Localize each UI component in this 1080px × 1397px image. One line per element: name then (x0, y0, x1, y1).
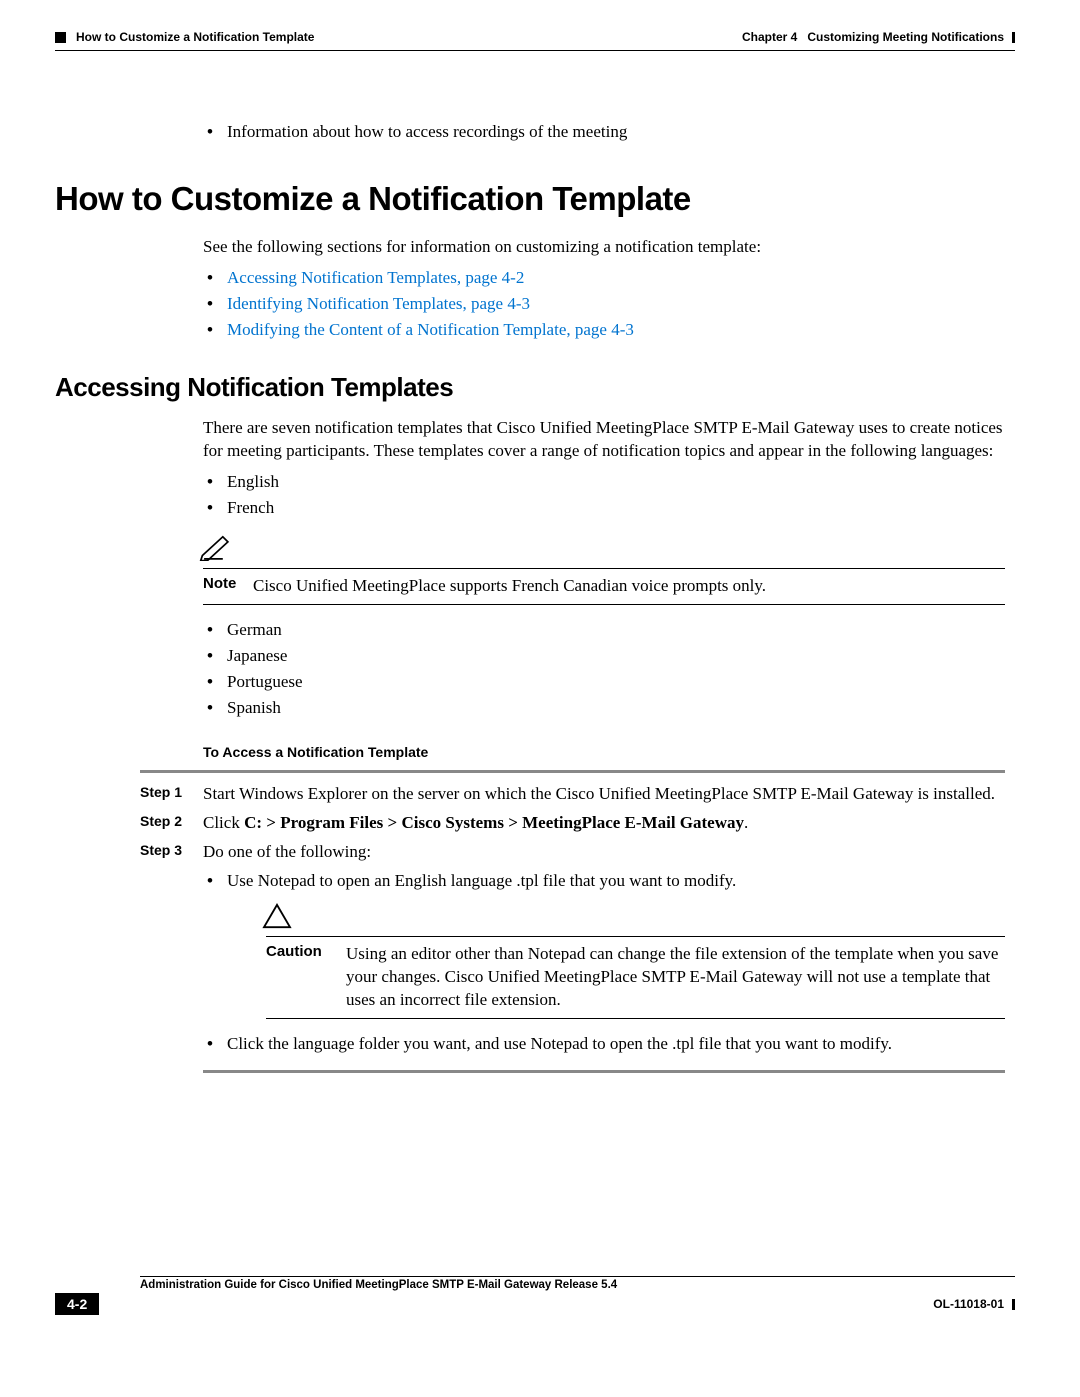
procedure-title: To Access a Notification Template (203, 744, 1005, 760)
step-label: Step 3 (140, 841, 203, 864)
language-item: Portuguese (203, 671, 1005, 694)
procedure-rule (140, 770, 1005, 773)
language-item: French (203, 497, 1005, 520)
language-item: English (203, 471, 1005, 494)
language-item: German (203, 619, 1005, 642)
note-label: Note (203, 575, 253, 598)
substep-bullet: Use Notepad to open an English language … (203, 870, 1005, 893)
procedure-steps: Step 1 Start Windows Explorer on the ser… (140, 770, 1005, 1073)
step-text: Start Windows Explorer on the server on … (203, 783, 1005, 806)
language-item: Spanish (203, 697, 1005, 720)
doc-id: OL-11018-01 (933, 1297, 1004, 1311)
intro-bullet: Information about how to access recordin… (203, 121, 1005, 144)
language-item: Japanese (203, 645, 1005, 668)
page-footer: Administration Guide for Cisco Unified M… (55, 1276, 1015, 1315)
note-text: Cisco Unified MeetingPlace supports Fren… (253, 575, 1005, 598)
caution-text: Using an editor other than Notepad can c… (346, 943, 1005, 1012)
page-header: How to Customize a Notification Template… (55, 30, 1015, 44)
section-paragraph: There are seven notification templates t… (203, 417, 1005, 463)
caution-block: Caution Using an editor other than Notep… (266, 903, 1005, 1019)
substep-bullet: Click the language folder you want, and … (203, 1033, 1005, 1056)
header-chapter-title: Customizing Meeting Notifications (807, 30, 1004, 44)
xref-link[interactable]: Identifying Notification Templates, page… (227, 294, 530, 313)
step-text: Click C: > Program Files > Cisco Systems… (203, 812, 1005, 835)
footer-rule (140, 1276, 1015, 1277)
header-section-title: How to Customize a Notification Template (76, 30, 314, 44)
xref-link[interactable]: Modifying the Content of a Notification … (227, 320, 634, 339)
procedure-end-rule (203, 1070, 1005, 1073)
page-number: 4-2 (55, 1293, 99, 1315)
heading-2: Accessing Notification Templates (55, 372, 1015, 403)
caution-triangle-icon (262, 903, 292, 929)
header-chapter: Chapter 4 (742, 30, 797, 44)
header-bar-icon (1012, 32, 1015, 43)
header-rule (55, 50, 1015, 51)
note-pencil-icon (199, 533, 233, 561)
footer-doc-title: Administration Guide for Cisco Unified M… (140, 1279, 617, 1291)
step-text: Do one of the following: (203, 841, 1005, 864)
step-label: Step 1 (140, 783, 203, 806)
note-block: Note Cisco Unified MeetingPlace supports… (203, 533, 1005, 605)
xref-link[interactable]: Accessing Notification Templates, page 4… (227, 268, 524, 287)
intro-paragraph: See the following sections for informati… (203, 236, 1005, 259)
header-marker-icon (55, 32, 66, 43)
footer-bar-icon (1012, 1299, 1015, 1310)
heading-1: How to Customize a Notification Template (55, 180, 1015, 218)
caution-label: Caution (266, 943, 346, 1012)
step-label: Step 2 (140, 812, 203, 835)
